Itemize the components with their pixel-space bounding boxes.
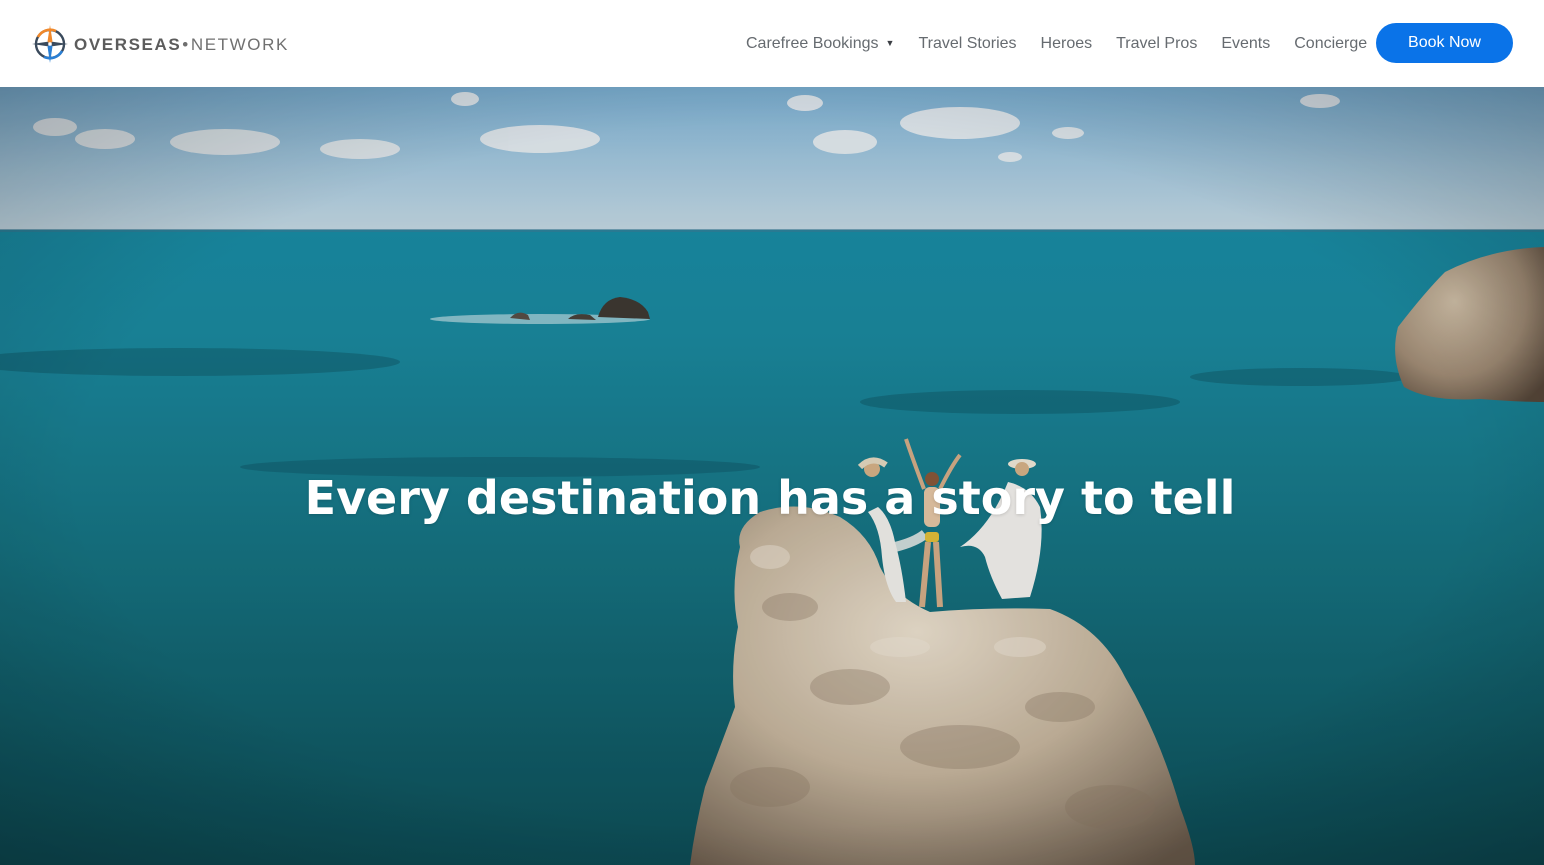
nav-item-events[interactable]: Events <box>1221 35 1270 53</box>
hero-headline: Every destination has a story to tell <box>304 471 1236 525</box>
nav-item-carefree-bookings[interactable]: Carefree Bookings ▼ <box>746 35 894 53</box>
hero-section: Every destination has a story to tell <box>0 87 1544 865</box>
nav-item-heroes[interactable]: Heroes <box>1041 35 1093 53</box>
compass-icon <box>32 25 68 63</box>
site-header: OVERSEAS•NETWORK Carefree Bookings ▼ Tra… <box>0 0 1544 87</box>
nav-item-concierge[interactable]: Concierge <box>1294 35 1367 53</box>
brand-name: OVERSEAS•NETWORK <box>74 36 289 53</box>
brand-logo[interactable]: OVERSEAS•NETWORK <box>30 23 289 65</box>
book-now-button[interactable]: Book Now <box>1376 23 1513 63</box>
nav-item-travel-pros[interactable]: Travel Pros <box>1116 35 1197 53</box>
nav-item-travel-stories[interactable]: Travel Stories <box>918 35 1016 53</box>
main-nav: Carefree Bookings ▼ Travel Stories Heroe… <box>746 0 1367 87</box>
brand-separator: • <box>182 34 190 54</box>
caret-down-icon[interactable]: ▼ <box>886 38 895 48</box>
nav-item-label: Carefree Bookings <box>746 34 879 52</box>
brand-name-strong: OVERSEAS <box>74 34 182 54</box>
brand-name-light: NETWORK <box>190 34 289 54</box>
